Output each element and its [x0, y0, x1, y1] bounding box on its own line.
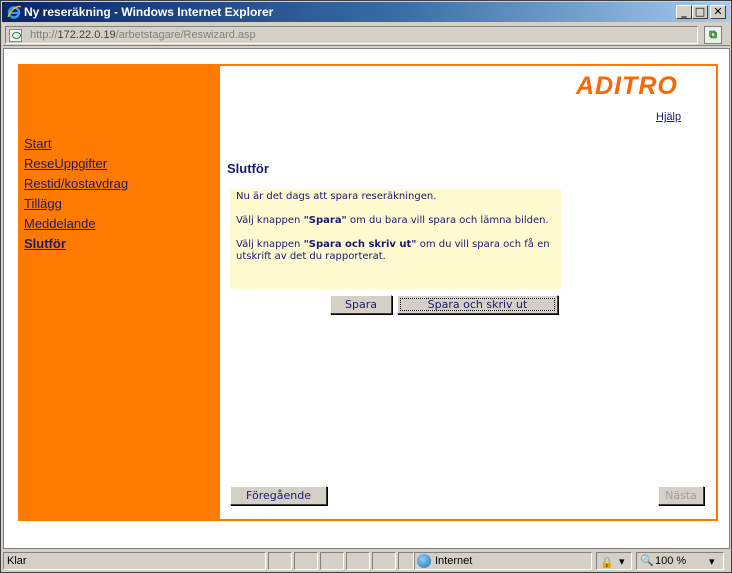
- status-cell-4: [346, 552, 370, 570]
- status-cell-1: [268, 552, 292, 570]
- wizard-page: Start ReseUppgifter Restid/kostavdrag Ti…: [18, 64, 718, 521]
- globe-icon: [417, 554, 431, 568]
- security-cell[interactable]: 🔒 ▾: [596, 552, 632, 570]
- zone-text: Internet: [435, 555, 473, 567]
- info-line-2: Välj knappen "Spara" om du bara vill spa…: [236, 215, 555, 227]
- address-bar: http://172.22.0.19/arbetstagare/Reswizar…: [3, 24, 730, 46]
- help-link[interactable]: Hjälp: [656, 111, 681, 123]
- address-field[interactable]: http://172.22.0.19/arbetstagare/Reswizar…: [5, 26, 698, 44]
- save-and-print-button[interactable]: Spara och skriv ut: [397, 295, 558, 314]
- step-slutfor-link[interactable]: Slutför: [24, 236, 66, 251]
- page-icon: [9, 29, 22, 42]
- title-bar[interactable]: Ny reseräkning - Windows Internet Explor…: [2, 2, 730, 22]
- info-line-2-bold: "Spara": [303, 215, 347, 226]
- info-line-3: Välj knappen "Spara och skriv ut" om du …: [236, 239, 555, 263]
- url-text[interactable]: http://172.22.0.19/arbetstagare/Reswizar…: [30, 29, 256, 41]
- url-prefix: http://: [30, 29, 58, 41]
- zone-cell[interactable]: Internet: [414, 552, 592, 570]
- window-title: Ny reseräkning - Windows Internet Explor…: [24, 5, 274, 19]
- security-dropdown-icon: ▾: [619, 556, 625, 568]
- compat-view-icon[interactable]: ⧉: [704, 26, 722, 44]
- wizard-sidebar: Start ReseUppgifter Restid/kostavdrag Ti…: [20, 66, 220, 519]
- info-line-3-pre: Välj knappen: [236, 239, 304, 250]
- step-reseuppgifter[interactable]: ReseUppgifter: [24, 156, 128, 176]
- step-start-link[interactable]: Start: [24, 136, 51, 151]
- status-bar: Klar Internet 🔒 ▾ 🔍 100 % ▾: [3, 551, 730, 571]
- previous-button[interactable]: Föregående: [230, 486, 327, 505]
- status-text-cell: Klar: [3, 552, 266, 570]
- status-text: Klar: [7, 555, 27, 567]
- main-content: ADITRO Hjälp Slutför Nu är det dags att …: [220, 66, 716, 519]
- save-button[interactable]: Spara: [330, 295, 392, 314]
- step-restid-link[interactable]: Restid/kostavdrag: [24, 176, 128, 191]
- zoom-dropdown-icon: ▾: [709, 556, 715, 568]
- maximize-button[interactable]: □: [692, 5, 708, 19]
- wizard-steps: Start ReseUppgifter Restid/kostavdrag Ti…: [24, 136, 128, 256]
- url-path: /arbetstagare/Reswizard.asp: [115, 29, 256, 41]
- info-line-2-pre: Välj knappen: [236, 215, 304, 226]
- step-tillagg[interactable]: Tillägg: [24, 196, 128, 216]
- info-line-2-post: om du bara vill spara och lämna bilden.: [346, 215, 549, 226]
- status-cell-3: [320, 552, 344, 570]
- zoom-level: 100 %: [655, 555, 687, 567]
- zoom-cell[interactable]: 🔍 100 % ▾: [636, 552, 724, 570]
- page-title: Slutför: [227, 161, 269, 176]
- close-button[interactable]: ✕: [710, 5, 726, 19]
- next-button[interactable]: Nästa: [658, 486, 704, 505]
- lock-icon: 🔒: [600, 557, 614, 569]
- page-viewport: Start ReseUppgifter Restid/kostavdrag Ti…: [3, 48, 730, 549]
- status-cell-6: [398, 552, 414, 570]
- info-line-3-bold: "Spara och skriv ut": [303, 239, 417, 250]
- step-tillagg-link[interactable]: Tillägg: [24, 196, 62, 211]
- status-cell-2: [294, 552, 318, 570]
- ie-icon: [7, 5, 22, 19]
- status-cell-5: [372, 552, 396, 570]
- step-meddelande[interactable]: Meddelande: [24, 216, 128, 236]
- step-slutfor[interactable]: Slutför: [24, 236, 128, 256]
- info-line-1: Nu är det dags att spara reseräkningen.: [236, 191, 437, 202]
- step-meddelande-link[interactable]: Meddelande: [24, 216, 96, 231]
- url-host: 172.22.0.19: [57, 29, 116, 41]
- step-start[interactable]: Start: [24, 136, 128, 156]
- minimize-button[interactable]: _: [676, 5, 692, 19]
- aditro-logo: ADITRO: [576, 72, 678, 100]
- zoom-icon: 🔍: [640, 555, 654, 567]
- step-reseuppgifter-link[interactable]: ReseUppgifter: [24, 156, 107, 171]
- step-restid[interactable]: Restid/kostavdrag: [24, 176, 128, 196]
- browser-window: Ny reseräkning - Windows Internet Explor…: [0, 0, 732, 573]
- info-box: Nu är det dags att spara reseräkningen. …: [230, 189, 561, 289]
